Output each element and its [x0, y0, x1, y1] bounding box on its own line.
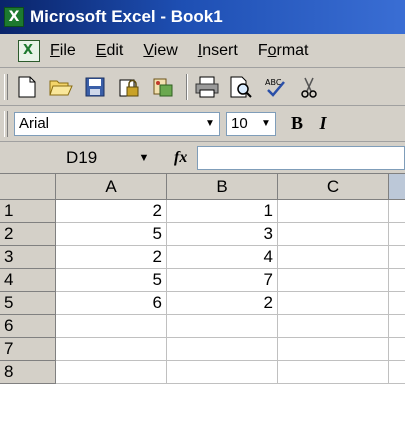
cell-c8[interactable] — [278, 361, 389, 384]
chevron-down-icon[interactable]: ▼ — [134, 152, 154, 164]
table-row: 8 — [0, 361, 405, 384]
toolbar-separator — [186, 73, 188, 100]
menu-file[interactable]: File — [50, 42, 76, 60]
row-header[interactable]: 7 — [0, 338, 56, 361]
print-preview-icon[interactable] — [228, 74, 254, 100]
formula-input[interactable] — [197, 145, 405, 170]
cell-a4[interactable]: 5 — [56, 269, 167, 292]
table-row: 2 5 3 — [0, 223, 405, 246]
cell-d8[interactable] — [389, 361, 405, 384]
open-icon[interactable] — [48, 74, 74, 100]
row-header[interactable]: 3 — [0, 246, 56, 269]
cell-b2[interactable]: 3 — [167, 223, 278, 246]
cell-b1[interactable]: 1 — [167, 200, 278, 223]
table-row: 6 — [0, 315, 405, 338]
font-size-combo[interactable]: 10 ▼ — [226, 111, 276, 136]
cell-a2[interactable]: 5 — [56, 223, 167, 246]
column-header-b[interactable]: B — [167, 174, 278, 200]
cell-c4[interactable] — [278, 269, 389, 292]
italic-button[interactable]: I — [310, 111, 336, 137]
table-row: 3 2 4 — [0, 246, 405, 269]
menu-format[interactable]: Format — [258, 42, 309, 60]
cell-b7[interactable] — [167, 338, 278, 361]
cell-a5[interactable]: 6 — [56, 292, 167, 315]
chevron-down-icon[interactable]: ▼ — [257, 113, 275, 135]
standard-toolbar: ABC — [0, 68, 405, 106]
cell-d1[interactable] — [389, 200, 405, 223]
print-icon[interactable] — [194, 74, 220, 100]
cell-d4[interactable] — [389, 269, 405, 292]
insert-function-button[interactable]: fx — [174, 149, 187, 167]
cell-c7[interactable] — [278, 338, 389, 361]
cell-d5[interactable] — [389, 292, 405, 315]
row-header[interactable]: 5 — [0, 292, 56, 315]
cell-d6[interactable] — [389, 315, 405, 338]
cell-c5[interactable] — [278, 292, 389, 315]
spelling-icon[interactable]: ABC — [262, 74, 288, 100]
cut-icon[interactable] — [296, 74, 322, 100]
toolbar-grip[interactable] — [4, 73, 8, 100]
row-header[interactable]: 1 — [0, 200, 56, 223]
cell-b6[interactable] — [167, 315, 278, 338]
cell-c2[interactable] — [278, 223, 389, 246]
font-name-combo[interactable]: Arial ▼ — [14, 111, 220, 136]
name-box[interactable]: D19 ▼ — [4, 145, 154, 170]
cell-c1[interactable] — [278, 200, 389, 223]
cell-a7[interactable] — [56, 338, 167, 361]
bold-button[interactable]: B — [284, 111, 310, 137]
column-header-a[interactable]: A — [56, 174, 167, 200]
chevron-down-icon[interactable]: ▼ — [201, 113, 219, 135]
row-header[interactable]: 4 — [0, 269, 56, 292]
cell-a3[interactable]: 2 — [56, 246, 167, 269]
cell-b5[interactable]: 2 — [167, 292, 278, 315]
workbook-icon[interactable] — [18, 39, 40, 62]
table-row: 7 — [0, 338, 405, 361]
table-row: 5 6 2 — [0, 292, 405, 315]
menu-bar: File Edit View Insert Format — [0, 34, 405, 68]
cell-a6[interactable] — [56, 315, 167, 338]
cell-d2[interactable] — [389, 223, 405, 246]
name-box-value: D19 — [66, 147, 98, 167]
menu-insert[interactable]: Insert — [198, 42, 238, 60]
toolbar-grip[interactable] — [4, 110, 8, 137]
research-icon[interactable] — [150, 74, 176, 100]
worksheet-grid: A B C 1 2 1 2 5 3 3 2 4 4 5 7 5 6 2 6 7 … — [0, 174, 405, 448]
font-size-value: 10 — [231, 115, 248, 132]
row-header[interactable]: 6 — [0, 315, 56, 338]
column-header-d[interactable] — [389, 174, 405, 200]
excel-app-icon[interactable]: X — [4, 7, 24, 27]
table-row: 4 5 7 — [0, 269, 405, 292]
cell-d7[interactable] — [389, 338, 405, 361]
font-name-value: Arial — [19, 115, 50, 132]
cell-d3[interactable] — [389, 246, 405, 269]
formula-bar: D19 ▼ fx — [0, 142, 405, 174]
column-header-c[interactable]: C — [278, 174, 389, 200]
cell-b8[interactable] — [167, 361, 278, 384]
row-header[interactable]: 2 — [0, 223, 56, 246]
cell-a1[interactable]: 2 — [56, 200, 167, 223]
cell-c3[interactable] — [278, 246, 389, 269]
formatting-toolbar: Arial ▼ 10 ▼ B I — [0, 106, 405, 142]
table-row: 1 2 1 — [0, 200, 405, 223]
cell-c6[interactable] — [278, 315, 389, 338]
select-all-corner[interactable] — [0, 174, 56, 200]
title-bar[interactable]: X Microsoft Excel - Book1 — [0, 0, 405, 34]
column-header-row: A B C — [0, 174, 405, 200]
row-header[interactable]: 8 — [0, 361, 56, 384]
cell-b3[interactable]: 4 — [167, 246, 278, 269]
menu-view[interactable]: View — [143, 42, 177, 60]
cell-a8[interactable] — [56, 361, 167, 384]
menu-edit[interactable]: Edit — [96, 42, 124, 60]
save-icon[interactable] — [82, 74, 108, 100]
permission-icon[interactable] — [116, 74, 142, 100]
new-icon[interactable] — [14, 74, 40, 100]
cell-b4[interactable]: 7 — [167, 269, 278, 292]
window-title: Microsoft Excel - Book1 — [30, 7, 223, 26]
